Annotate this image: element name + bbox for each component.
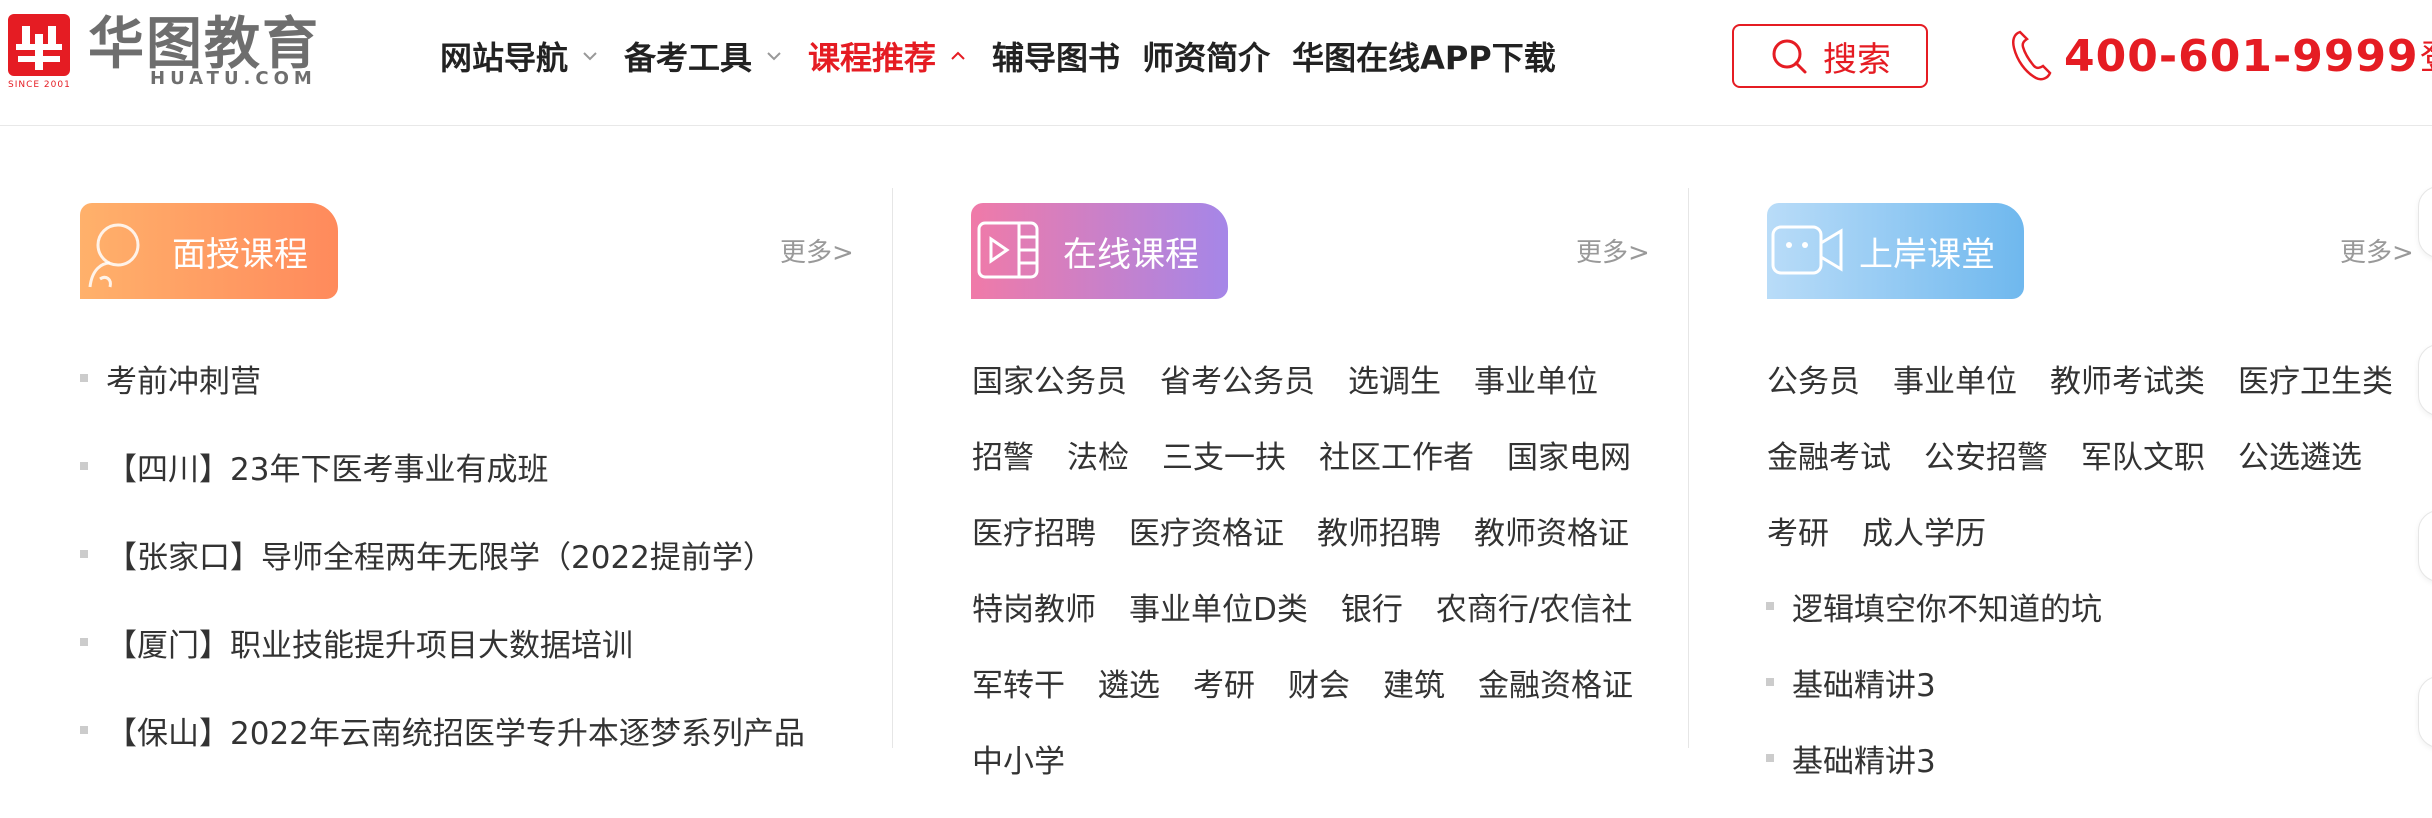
online-course-more-link[interactable]: 更多>: [1576, 232, 1650, 269]
online-tag[interactable]: 事业单位: [1474, 356, 1598, 401]
search-label: 搜索: [1823, 39, 1891, 80]
online-tag-row: 招警 法检 三支一扶 社区工作者 国家电网: [972, 432, 1664, 477]
logo-since: SINCE 2001: [8, 80, 71, 90]
online-tag-row: 中小学: [972, 736, 1098, 781]
face-course-more-link[interactable]: 更多>: [780, 232, 854, 269]
chevron-up-icon: [951, 51, 965, 60]
shore-tag[interactable]: 公务员: [1767, 356, 1860, 401]
online-tag-row: 军转干 遴选 考研 财会 建筑 金融资格证: [972, 660, 1666, 705]
floating-side-button[interactable]: [2418, 344, 2432, 416]
floating-side-button[interactable]: [2418, 676, 2432, 748]
shore-class-item[interactable]: 基础精讲3: [1766, 736, 1936, 781]
online-tag[interactable]: 财会: [1288, 660, 1350, 705]
search-icon: [1772, 39, 1807, 74]
online-tag[interactable]: 事业单位D类: [1129, 584, 1308, 629]
logo-domain: HUATU.COM: [150, 68, 317, 89]
online-tag[interactable]: 教师资格证: [1474, 508, 1629, 553]
shore-tag-row: 公务员 事业单位 教师考试类 医疗卫生类: [1767, 356, 2426, 401]
floating-side-button[interactable]: [2418, 510, 2432, 582]
shore-class-item[interactable]: 逻辑填空你不知道的坑: [1766, 584, 2102, 629]
shore-class-more-link[interactable]: 更多>: [2340, 232, 2414, 269]
top-header: SINCE 2001 华图教育 HUATU.COM 网站导航 备考工具 课程推荐…: [0, 0, 2432, 126]
shore-class-item[interactable]: 基础精讲3: [1766, 660, 1936, 705]
online-tag[interactable]: 医疗资格证: [1129, 508, 1284, 553]
main-nav: 网站导航 备考工具 课程推荐 辅导图书 师资简介 华图在线APP下载: [440, 28, 1578, 84]
online-tag[interactable]: 三支一扶: [1162, 432, 1286, 477]
shore-class-header[interactable]: 上岸课堂: [1767, 203, 2024, 299]
online-tag[interactable]: 农商行/农信社: [1436, 584, 1632, 629]
shore-tag-row: 考研 成人学历: [1767, 508, 2019, 553]
search-button[interactable]: 搜索: [1732, 24, 1928, 88]
chevron-down-icon: [767, 52, 781, 61]
nav-label: 华图在线APP下载: [1292, 39, 1556, 77]
shore-tag[interactable]: 事业单位: [1893, 356, 2017, 401]
floating-side-button[interactable]: [2418, 186, 2432, 258]
logo-text[interactable]: 华图教育: [88, 14, 320, 76]
online-tag[interactable]: 国家电网: [1507, 432, 1631, 477]
online-tag[interactable]: 特岗教师: [972, 584, 1096, 629]
shore-tag[interactable]: 军队文职: [2081, 432, 2205, 477]
teacher-icon: [88, 223, 140, 288]
face-course-item[interactable]: 【厦门】职业技能提升项目大数据培训: [80, 620, 633, 665]
shore-tag-row: 金融考试 公安招警 军队文职 公选遴选: [1767, 432, 2395, 477]
online-tag[interactable]: 遴选: [1098, 660, 1160, 705]
online-tag[interactable]: 建筑: [1383, 660, 1445, 705]
nav-label: 师资简介: [1142, 39, 1271, 77]
online-tag[interactable]: 中小学: [972, 736, 1065, 781]
nav-item-course-recommend[interactable]: 课程推荐: [808, 33, 970, 79]
face-course-title: 面授课程: [172, 235, 308, 275]
column-divider: [1688, 188, 1689, 748]
face-course-header[interactable]: 面授课程: [80, 203, 338, 299]
camera-icon: [1771, 225, 1843, 275]
online-tag-row: 医疗招聘 医疗资格证 教师招聘 教师资格证: [972, 508, 1662, 553]
nav-label: 辅导图书: [992, 39, 1121, 77]
shore-tag[interactable]: 教师考试类: [2050, 356, 2205, 401]
online-tag[interactable]: 法检: [1067, 432, 1129, 477]
video-icon: [977, 221, 1039, 279]
shore-tag[interactable]: 公安招警: [1924, 432, 2048, 477]
nav-item-app-download[interactable]: 华图在线APP下载: [1292, 33, 1556, 79]
online-tag[interactable]: 医疗招聘: [972, 508, 1096, 553]
chevron-down-icon: [583, 52, 597, 61]
online-tag[interactable]: 招警: [972, 432, 1034, 477]
online-course-title: 在线课程: [1063, 235, 1199, 275]
shore-tag[interactable]: 金融考试: [1767, 432, 1891, 477]
face-course-item[interactable]: 【四川】23年下医考事业有成班: [79, 444, 548, 489]
column-divider: [892, 188, 893, 748]
face-course-item[interactable]: 【保山】2022年云南统招医学专升本逐梦系列产品: [80, 708, 805, 753]
nav-item-site-guide[interactable]: 网站导航: [440, 33, 602, 79]
online-tag[interactable]: 教师招聘: [1317, 508, 1441, 553]
face-course-item[interactable]: 【张家口】导师全程两年无限学（2022提前学）: [80, 532, 774, 577]
nav-item-books[interactable]: 辅导图书: [992, 33, 1120, 79]
shore-tag[interactable]: 考研: [1767, 508, 1829, 553]
hotline: 400-601-9999: [2008, 26, 2419, 86]
online-tag[interactable]: 银行: [1341, 584, 1403, 629]
nav-label: 网站导航: [440, 39, 569, 77]
shore-tag[interactable]: 成人学历: [1862, 508, 1986, 553]
online-tag[interactable]: 社区工作者: [1319, 432, 1474, 477]
nav-label: 备考工具: [624, 39, 753, 77]
online-tag[interactable]: 军转干: [972, 660, 1065, 705]
nav-item-teachers[interactable]: 师资简介: [1142, 33, 1270, 79]
shore-tag[interactable]: 公选遴选: [2238, 432, 2362, 477]
phone-icon: [2012, 30, 2052, 81]
online-tag[interactable]: 金融资格证: [1478, 660, 1633, 705]
online-tag[interactable]: 国家公务员: [972, 356, 1127, 401]
shore-tag[interactable]: 医疗卫生类: [2238, 356, 2393, 401]
phone-number: 400-601-9999: [2064, 30, 2419, 82]
online-tag-row: 特岗教师 事业单位D类 银行 农商行/农信社: [972, 584, 1665, 629]
online-tag[interactable]: 省考公务员: [1160, 356, 1315, 401]
online-course-header[interactable]: 在线课程: [971, 203, 1228, 299]
online-tag[interactable]: 选调生: [1348, 356, 1441, 401]
truncated-header-item[interactable]: 登: [2420, 30, 2432, 79]
face-course-item[interactable]: 考前冲刺营: [80, 356, 261, 401]
nav-item-exam-tools[interactable]: 备考工具: [624, 33, 786, 79]
huatu-logo-mark[interactable]: [8, 14, 70, 76]
shore-class-title: 上岸课堂: [1859, 235, 1995, 275]
nav-label: 课程推荐: [808, 39, 937, 77]
online-tag[interactable]: 考研: [1193, 660, 1255, 705]
online-tag-row: 国家公务员 省考公务员 选调生 事业单位: [972, 356, 1631, 401]
